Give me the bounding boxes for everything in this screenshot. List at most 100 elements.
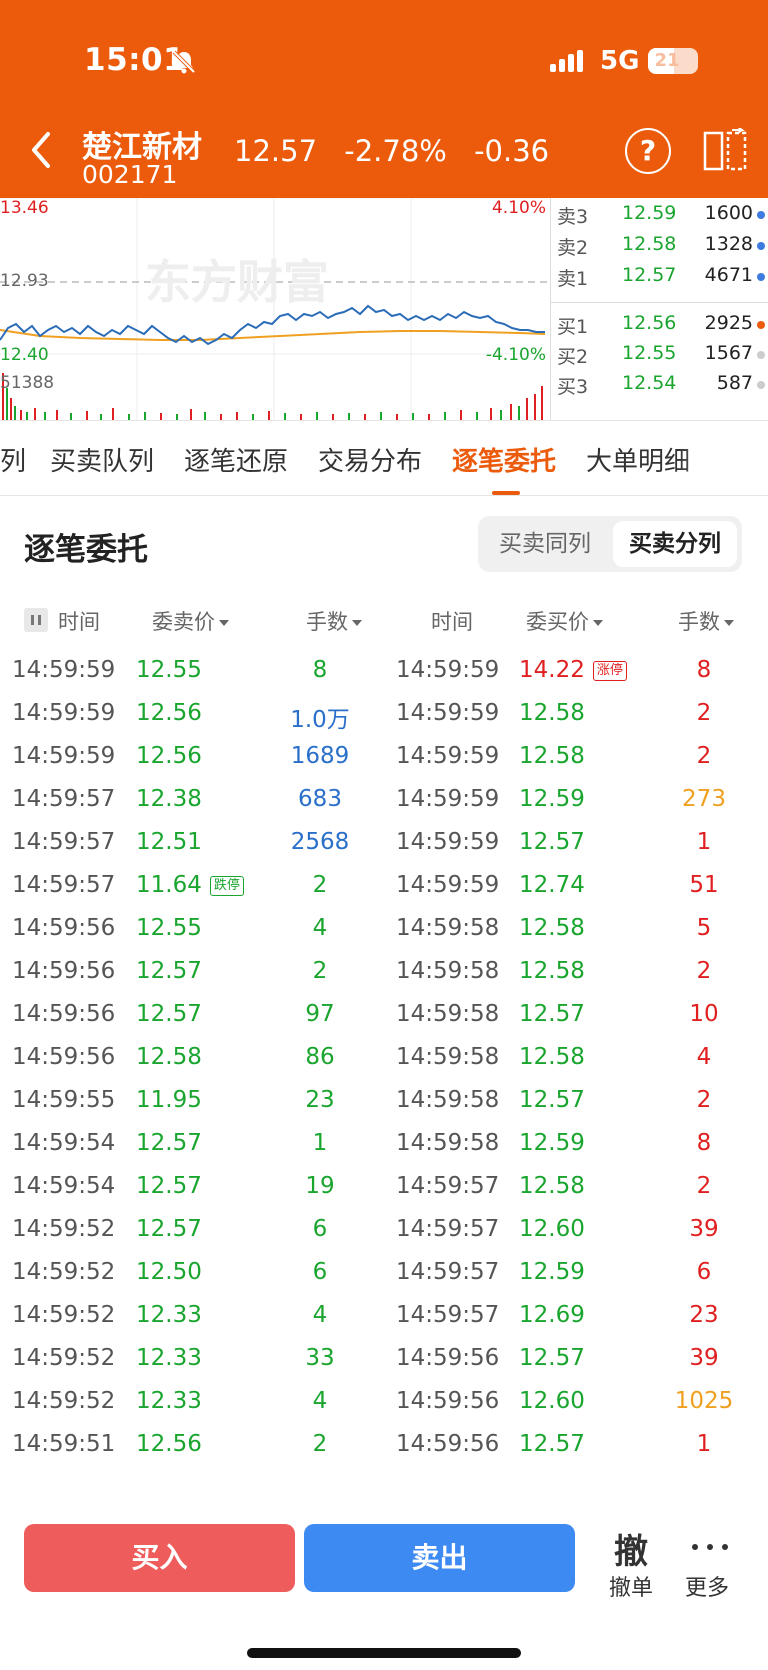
order-book-volume: 2925	[704, 312, 753, 334]
table-row[interactable]: 14:59:55 11.95 23 14:59:58 12.57 2	[0, 1078, 768, 1124]
cancel-order-icon[interactable]: 撤	[601, 1524, 661, 1573]
order-book-row[interactable]: 买2 12.55 1567	[551, 342, 768, 372]
order-book-row[interactable]: 卖2 12.58 1328	[551, 233, 768, 263]
table-row[interactable]: 14:59:56 12.58 86 14:59:58 12.58 4	[0, 1035, 768, 1081]
buy-qty: 1025	[674, 1388, 734, 1414]
buy-time: 14:59:59	[396, 657, 500, 683]
tab-5[interactable]: 大单明细	[586, 441, 690, 478]
sell-time: 14:59:57	[12, 786, 116, 812]
sell-price-header[interactable]: 委卖价	[152, 606, 229, 636]
sell-price: 12.55	[136, 915, 202, 941]
order-book-volume: 1567	[704, 342, 753, 364]
buy-price: 12.57	[519, 1001, 585, 1027]
order-book-price: 12.57	[622, 264, 677, 286]
order-book-volume: 587	[716, 372, 753, 394]
table-row[interactable]: 14:59:52 12.50 6 14:59:57 12.59 6	[0, 1250, 768, 1296]
sell-price: 11.64 跌停	[136, 872, 244, 898]
buy-price-header[interactable]: 委买价	[526, 606, 603, 636]
sell-time: 14:59:55	[12, 1087, 116, 1113]
order-book-price: 12.58	[622, 233, 677, 255]
table-row[interactable]: 14:59:57 12.51 2568 14:59:59 12.57 1	[0, 820, 768, 866]
order-book-row[interactable]: 卖1 12.57 4671	[551, 264, 768, 294]
order-book-row[interactable]: 卖3 12.59 1600	[551, 202, 768, 232]
sort-caret-icon	[724, 620, 734, 626]
table-row[interactable]: 14:59:57 12.38 683 14:59:59 12.59 273	[0, 777, 768, 823]
sell-qty: 33	[305, 1345, 335, 1371]
buy-qty-header[interactable]: 手数	[678, 606, 734, 636]
sell-qty-header-label: 手数	[306, 610, 348, 634]
back-arrow-icon[interactable]	[24, 128, 60, 172]
order-book-dot-icon	[757, 381, 765, 389]
sell-time: 14:59:59	[12, 700, 116, 726]
sell-price-value: 12.38	[136, 786, 202, 812]
buy-time: 14:59:57	[396, 1216, 500, 1242]
buy-qty: 2	[696, 1087, 712, 1113]
switch-layout-icon[interactable]	[702, 128, 750, 174]
more-label[interactable]: 更多	[672, 1570, 742, 1602]
buy-time: 14:59:58	[396, 1087, 500, 1113]
sell-qty: 1	[312, 1130, 328, 1156]
change-percent: -2.78%	[344, 134, 447, 168]
help-icon[interactable]: ?	[625, 128, 671, 174]
table-row[interactable]: 14:59:59 12.56 1.0万 14:59:59 12.58 2	[0, 691, 768, 737]
table-row[interactable]: 14:59:56 12.57 97 14:59:58 12.57 10	[0, 992, 768, 1038]
active-tab-indicator	[492, 491, 520, 495]
table-row[interactable]: 14:59:52 12.57 6 14:59:57 12.60 39	[0, 1207, 768, 1253]
tab-4[interactable]: 逐笔委托	[452, 441, 556, 478]
pct-high-label: 4.10%	[491, 198, 546, 218]
table-row[interactable]: 14:59:52 12.33 4 14:59:56 12.60 1025	[0, 1379, 768, 1425]
sell-button[interactable]: 卖出	[304, 1524, 575, 1592]
more-icon[interactable]	[690, 1544, 730, 1552]
tab-1[interactable]: 买卖队列	[50, 441, 154, 478]
buy-price: 12.58	[519, 700, 585, 726]
order-book-level: 买3	[557, 376, 589, 398]
sell-price: 12.33	[136, 1302, 202, 1328]
toggle-option-0[interactable]: 买卖同列	[483, 521, 607, 567]
tab-0[interactable]: 列	[0, 441, 26, 478]
order-book[interactable]: 卖3 12.59 1600 卖2 12.58 1328 卖1 12.57 4671 买1 12.56…	[550, 198, 768, 420]
tab-3[interactable]: 交易分布	[318, 441, 422, 478]
intraday-chart[interactable]: 东方财富 13.46 12.93 12.40 4.10% -4.10% 5138…	[0, 198, 548, 420]
buy-qty: 2	[696, 1173, 712, 1199]
table-row[interactable]: 14:59:52 12.33 4 14:59:57 12.69 23	[0, 1293, 768, 1339]
sell-price-value: 12.50	[136, 1259, 202, 1285]
buy-qty: 39	[689, 1345, 719, 1371]
table-row[interactable]: 14:59:52 12.33 33 14:59:56 12.57 39	[0, 1336, 768, 1382]
sort-caret-icon	[593, 620, 603, 626]
sell-price-value: 12.57	[136, 1130, 202, 1156]
buy-price-value: 12.58	[519, 743, 585, 769]
pct-low-label: -4.10%	[485, 345, 546, 365]
table-row[interactable]: 14:59:59 12.56 1689 14:59:59 12.58 2	[0, 734, 768, 780]
sell-price-value: 12.56	[136, 743, 202, 769]
sell-time: 14:59:59	[12, 657, 116, 683]
tab-2[interactable]: 逐笔还原	[184, 441, 288, 478]
order-book-row[interactable]: 买1 12.56 2925	[551, 312, 768, 342]
table-row[interactable]: 14:59:57 11.64 跌停 2 14:59:59 12.74 51	[0, 863, 768, 909]
table-row[interactable]: 14:59:54 12.57 19 14:59:57 12.58 2	[0, 1164, 768, 1210]
table-row[interactable]: 14:59:51 12.56 2 14:59:56 12.57 1	[0, 1422, 768, 1468]
order-book-row[interactable]: 买3 12.54 587	[551, 372, 768, 402]
quote-summary: 12.57 -2.78% -0.36	[234, 134, 561, 168]
order-book-divider	[551, 302, 768, 303]
buy-qty: 10	[689, 1001, 719, 1027]
table-row[interactable]: 14:59:54 12.57 1 14:59:58 12.59 8	[0, 1121, 768, 1167]
buy-price-value: 12.58	[519, 958, 585, 984]
buy-qty: 2	[696, 743, 712, 769]
cancel-order-label[interactable]: 撤单	[596, 1570, 666, 1602]
table-row[interactable]: 14:59:56 12.55 4 14:59:58 12.58 5	[0, 906, 768, 952]
network-type: 5G	[600, 46, 640, 76]
sell-price-value: 12.55	[136, 915, 202, 941]
buy-qty: 23	[689, 1302, 719, 1328]
buy-price-header-label: 委买价	[526, 610, 589, 634]
buy-button[interactable]: 买入	[24, 1524, 295, 1592]
sell-qty-header[interactable]: 手数	[306, 606, 362, 636]
buy-price-value: 12.59	[519, 786, 585, 812]
sell-qty: 4	[312, 915, 328, 941]
sell-price-value: 12.57	[136, 958, 202, 984]
toggle-option-1[interactable]: 买卖分列	[613, 521, 737, 567]
table-row[interactable]: 14:59:59 12.55 8 14:59:59 14.22 涨停 8	[0, 648, 768, 694]
pause-icon[interactable]	[24, 608, 48, 632]
buy-qty: 1	[696, 829, 712, 855]
table-row[interactable]: 14:59:56 12.57 2 14:59:58 12.58 2	[0, 949, 768, 995]
buy-price: 12.60	[519, 1216, 585, 1242]
